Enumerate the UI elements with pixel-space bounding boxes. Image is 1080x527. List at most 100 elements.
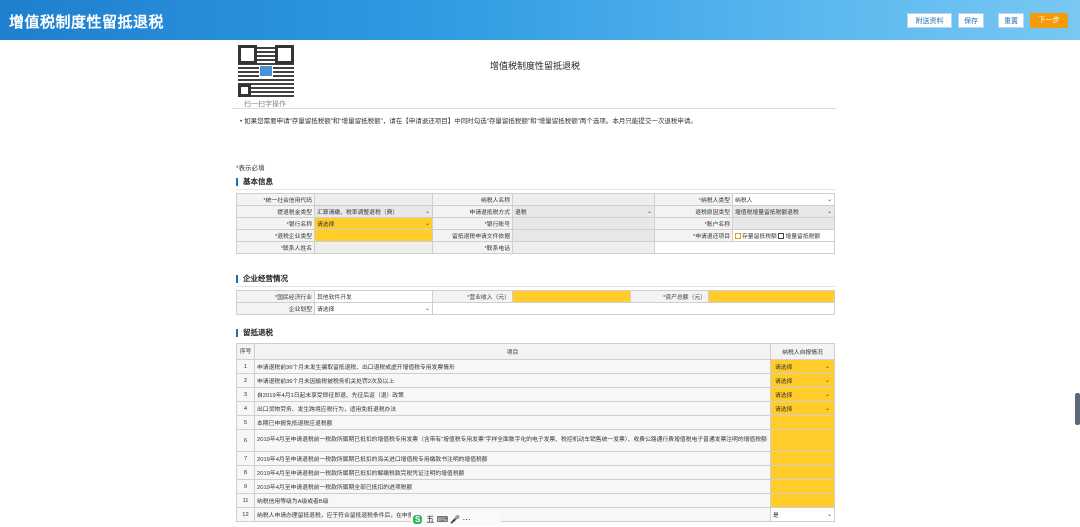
row-item: 纳税信用等级为A级或者B级 — [254, 493, 771, 508]
next-button[interactable]: 下一步 — [1030, 13, 1068, 28]
scale-label: 企业划型 — [236, 302, 315, 315]
refund-reason-label: 退税原因类型 — [654, 205, 733, 218]
col-item-header: 项目 — [254, 343, 771, 360]
divider — [232, 108, 836, 109]
stock-checkbox[interactable] — [735, 233, 741, 240]
row-select[interactable]: 请选择 ⌄ — [770, 373, 835, 388]
divider — [236, 189, 836, 190]
chevron-down-icon: ⌄ — [824, 364, 830, 370]
chevron-down-icon: ⌄ — [424, 221, 430, 227]
row-item: 自2019年4月1日起未享受即征即退、先征后返（退）政策 — [254, 387, 771, 402]
row-item: 2019年4月至申请退税前一税款所属期已抵扣的增值税专用发票（含带有“增值税专用… — [254, 429, 771, 452]
apply-method-label: 申请退抵税方式 — [432, 205, 513, 218]
page-title: 增值税制度性留抵退税 — [490, 61, 581, 71]
table-row: 9 2019年4月至申请退税前一税款所属期全部已抵扣的进项税额 — [236, 479, 835, 494]
row-number: 9 — [236, 479, 255, 494]
row-select[interactable]: 请选择 ⌄ — [770, 401, 835, 416]
row-number: 8 — [236, 465, 255, 480]
tax-reason-label: 提退税金类型 — [236, 205, 315, 218]
row-input[interactable] — [770, 493, 835, 508]
tax-reason-select[interactable]: 汇算清缴、税率调整退税（费） ⌄ — [314, 205, 433, 218]
incr-checkbox[interactable] — [778, 233, 785, 240]
doc-basis-field[interactable] — [512, 229, 655, 242]
row-number: 11 — [236, 493, 255, 508]
ime-toolbar[interactable]: S五 ⌨ 🎤 ⋯ — [411, 512, 501, 526]
row-number: 1 — [236, 359, 255, 374]
basic-info-table: *统一社会信用代码 纳税人名称 *纳税人类型 纳税人 ⌄ 提退税金类型 汇算清缴、… — [236, 193, 835, 254]
taxpayer-type-label: *纳税人类型 — [654, 193, 733, 206]
divider — [236, 286, 836, 287]
table-row: 8 2019年4月至申请退税前一税款所属期已抵扣的解缴税款完税凭证注明的增值税额 — [236, 465, 835, 480]
required-note: *表示必填 — [236, 162, 265, 172]
row-item: 2019年4月至申请退税前一税款所属期全部已抵扣的进项税额 — [254, 479, 771, 494]
table-row: 3 自2019年4月1日起未享受即征即退、先征后返（退）政策 请选择 ⌄ — [236, 387, 835, 402]
empty-cell — [654, 241, 835, 254]
contact-name-label: *联系人姓名 — [236, 241, 315, 254]
industry-label: *国民经济行业 — [236, 290, 315, 303]
bank-name-select[interactable]: 请选择 ⌄ — [314, 217, 433, 230]
table-row: 5 本期已申报免抵退税应退税额 — [236, 415, 835, 430]
row-input[interactable] — [770, 451, 835, 466]
table-row: 6 2019年4月至申请退税前一税款所属期已抵扣的增值税专用发票（含带有“增值税专… — [236, 429, 835, 452]
apply-method-select[interactable]: 退税 ⌄ — [512, 205, 655, 218]
chevron-down-icon: ⌄ — [424, 306, 430, 312]
row-item: 2019年4月至申请退税前一税款所属期已抵扣的海关进口增值税专用缴款书注明的增值… — [254, 451, 771, 466]
assets-field[interactable] — [708, 290, 835, 303]
row-input[interactable] — [770, 465, 835, 480]
row-item: 本期已申报免抵退税应退税额 — [254, 415, 771, 430]
section-refund-title: 留抵退税 — [236, 329, 273, 337]
row-item: 申请退税前36个月未因偷税被税务机关处罚2次及以上 — [254, 373, 771, 388]
row-number: 2 — [236, 373, 255, 388]
contact-name-field[interactable] — [314, 241, 433, 254]
chevron-down-icon: ⌄ — [646, 209, 652, 215]
row-select[interactable]: 请选择 ⌄ — [770, 387, 835, 402]
save-button[interactable]: 保存 — [958, 13, 984, 28]
title-bar: 增值税制度性留抵退税 附送资料 保存 重置 下一步 — [0, 0, 1080, 40]
chevron-down-icon: ⌄ — [824, 378, 830, 384]
table-row: 12 纳税人申请办理留抵退税，应于符合留抵退税条件后，在申报期内，且完成本期增值税… — [236, 507, 835, 522]
row-number: 7 — [236, 451, 255, 466]
row-item: 申请退税前36个月未发生骗取留抵退税、出口退税或虚开增值税专用发票情形 — [254, 359, 771, 374]
col-status-header: 纳税人自报情况 — [770, 343, 835, 360]
table-row: 11 纳税信用等级为A级或者B级 — [236, 493, 835, 508]
row-select-value: 是 — [773, 513, 779, 519]
reset-button[interactable]: 重置 — [998, 13, 1024, 28]
row-number: 3 — [236, 387, 255, 402]
attach-button[interactable]: 附送资料 — [907, 13, 952, 28]
taxpayer-name-label: 纳税人名称 — [432, 193, 513, 206]
scrollbar[interactable] — [1075, 393, 1080, 425]
row-input[interactable] — [770, 429, 835, 452]
qr-code — [238, 45, 294, 97]
bank-account-field[interactable] — [512, 217, 655, 230]
row-select[interactable]: 请选择 ⌄ — [770, 359, 835, 374]
ime-logo: S — [413, 514, 423, 524]
empty-cell — [432, 302, 835, 315]
account-name-label: *账户名称 — [654, 217, 733, 230]
scale-select[interactable]: 请选择 ⌄ — [314, 302, 433, 315]
bank-account-label: *银行账号 — [432, 217, 513, 230]
row-item: 纳税人申请办理留抵退税，应于符合留抵退税条件后，在申报期内，且完成本期增值税纳税… — [254, 507, 771, 522]
uscc-label: *统一社会信用代码 — [236, 193, 315, 206]
notice-text: • 如果您需要申请“存量留抵税额”和“增量留抵税额”，请在【申请退还项目】中同时… — [240, 118, 697, 125]
enterprise-type-field[interactable] — [314, 229, 433, 242]
taxpayer-type-select[interactable]: 纳税人 ⌄ — [732, 193, 835, 206]
account-name-field[interactable] — [732, 217, 835, 230]
row-select[interactable]: 是 ⌄ — [770, 507, 835, 522]
row-input[interactable] — [770, 479, 835, 494]
chevron-down-icon: ⌄ — [826, 209, 832, 215]
taxpayer-name-field[interactable] — [512, 193, 655, 206]
table-row: 1 申请退税前36个月未发生骗取留抵退税、出口退税或虚开增值税专用发票情形 请选择 ⌄ — [236, 359, 835, 374]
contact-phone-field[interactable] — [512, 241, 655, 254]
row-number: 5 — [236, 415, 255, 430]
revenue-field[interactable] — [512, 290, 631, 303]
row-input[interactable] — [770, 415, 835, 430]
chevron-down-icon: ⌄ — [824, 392, 830, 398]
refund-reason-select[interactable]: 增值税增量留抵税额退税 ⌄ — [732, 205, 835, 218]
row-select-value: 请选择 — [775, 393, 793, 399]
chevron-down-icon: ⌄ — [824, 406, 830, 412]
chevron-down-icon: ⌄ — [826, 512, 832, 518]
revenue-label: *营业收入（元） — [432, 290, 513, 303]
industry-field[interactable]: 其他软件开发 — [314, 290, 433, 303]
row-number: 6 — [236, 429, 255, 452]
uscc-field[interactable] — [314, 193, 433, 206]
